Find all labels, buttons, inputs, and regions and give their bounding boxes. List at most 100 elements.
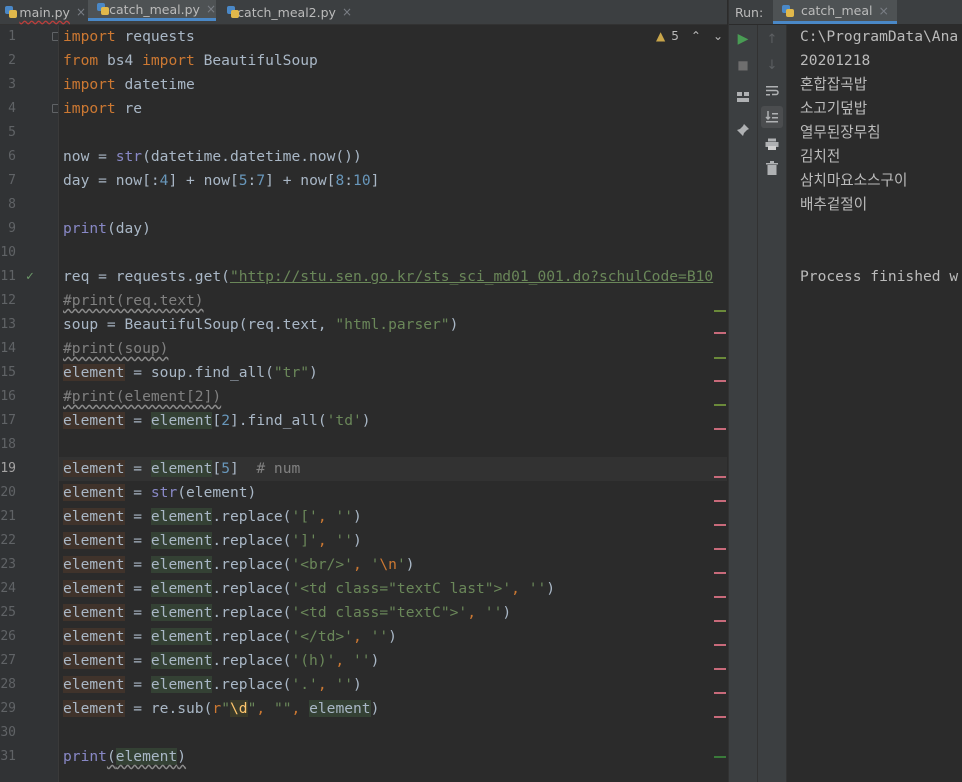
code-token: import xyxy=(63,28,116,45)
code-token: element xyxy=(150,676,213,693)
scroll-marker[interactable] xyxy=(714,548,726,550)
arrow-up-icon[interactable]: ↑ xyxy=(764,31,780,47)
code-token: req = requests.get( xyxy=(63,268,230,285)
inspection-widget[interactable]: ▲ 5 ⌃ ⌄ xyxy=(656,29,723,43)
code-token: element xyxy=(150,556,213,573)
line-number: 12 xyxy=(0,293,16,308)
code-token: element xyxy=(63,700,125,717)
code-token: ) xyxy=(370,652,380,669)
print-icon[interactable] xyxy=(764,136,780,152)
code-token: '<br/>' xyxy=(291,556,353,573)
code-token: element xyxy=(150,412,213,429)
code-editor[interactable]: main.py × catch_meal.py × catch_meal2.py… xyxy=(0,0,727,782)
url-link[interactable]: "http://stu.sen.go.kr/sts_sci_md01_001.d… xyxy=(230,268,713,285)
gutter-divider xyxy=(58,25,59,782)
console-line: 삼치마요소스구이 xyxy=(800,172,908,189)
console-line: C:\ProgramData\Ana xyxy=(800,28,959,45)
scroll-marker[interactable] xyxy=(714,692,726,694)
close-icon[interactable]: × xyxy=(206,2,216,16)
chevron-down-icon[interactable]: ⌄ xyxy=(713,29,723,43)
code-token: "" xyxy=(273,700,292,717)
code-token: '' xyxy=(528,580,547,597)
code-token: ) xyxy=(502,604,512,621)
scroll-marker[interactable] xyxy=(714,716,726,718)
code-token: print xyxy=(63,220,107,237)
code-token: ) xyxy=(405,556,415,573)
code-token: 'td' xyxy=(326,412,362,429)
code-token: 2 xyxy=(221,412,230,429)
code-line: element = element[5] # num xyxy=(63,457,300,481)
close-icon[interactable]: × xyxy=(76,5,86,19)
code-token: = xyxy=(124,556,151,573)
scroll-marker[interactable] xyxy=(714,620,726,622)
run-toolbar-right: ↑ ↓ xyxy=(758,25,787,782)
scroll-marker[interactable] xyxy=(714,332,726,334)
arrow-down-icon[interactable]: ↓ xyxy=(764,57,780,73)
code-token: element xyxy=(63,676,125,693)
code-token: , xyxy=(317,508,336,525)
scroll-marker[interactable] xyxy=(714,668,726,670)
run-tool-window[interactable]: Run: catch_meal × ▶ ■ ↑ ↓ C:\ProgramData… xyxy=(728,0,962,782)
code-token: '</td>' xyxy=(291,628,353,645)
scroll-marker[interactable] xyxy=(714,596,726,598)
run-tab-catch-meal[interactable]: catch_meal × xyxy=(773,0,897,24)
close-icon[interactable]: × xyxy=(878,3,888,18)
trash-icon[interactable] xyxy=(764,160,780,176)
scroll-marker[interactable] xyxy=(714,310,726,312)
python-file-icon xyxy=(781,4,795,18)
code-token: ) xyxy=(388,628,397,645)
soft-wrap-icon[interactable] xyxy=(764,83,780,99)
tab-catch-meal-py[interactable]: catch_meal.py × xyxy=(88,0,216,21)
line-number: 13 xyxy=(0,317,16,332)
tab-catch-meal2-py[interactable]: catch_meal2.py × xyxy=(222,0,352,24)
line-number: 11 xyxy=(0,269,16,284)
code-token: element xyxy=(150,604,213,621)
python-file-icon xyxy=(96,2,110,16)
code-token: = xyxy=(124,532,151,549)
line-number: 5 xyxy=(8,125,16,140)
scroll-marker[interactable] xyxy=(714,428,726,430)
code-token: element xyxy=(309,700,371,717)
comment: #print(req.text) xyxy=(63,292,204,309)
stop-icon[interactable]: ■ xyxy=(735,57,751,73)
code-line: print(element) xyxy=(63,745,186,769)
line-number: 3 xyxy=(8,77,16,92)
scroll-marker[interactable] xyxy=(714,357,726,359)
code-token: element xyxy=(150,532,213,549)
code-token: .replace( xyxy=(212,556,292,573)
code-token: ']' xyxy=(291,532,318,549)
close-icon[interactable]: × xyxy=(342,5,352,19)
rerun-icon[interactable]: ▶ xyxy=(735,31,751,47)
scroll-marker[interactable] xyxy=(714,524,726,526)
code-token: = xyxy=(124,628,151,645)
code-token: , xyxy=(352,556,371,573)
tab-main-py[interactable]: main.py × xyxy=(4,0,86,24)
scroll-to-end-icon[interactable] xyxy=(761,106,783,128)
code-token: 5 xyxy=(238,172,248,189)
scroll-marker[interactable] xyxy=(714,476,726,478)
scroll-marker[interactable] xyxy=(714,756,726,758)
code-token: ].find_all( xyxy=(229,412,327,429)
scroll-marker[interactable] xyxy=(714,644,726,646)
scroll-marker[interactable] xyxy=(714,500,726,502)
scroll-marker[interactable] xyxy=(714,572,726,574)
code-token: element xyxy=(63,484,125,501)
editor-tab-bar: main.py × catch_meal.py × catch_meal2.py… xyxy=(0,0,727,25)
code-token: .replace( xyxy=(212,652,292,669)
scroll-marker[interactable] xyxy=(714,404,726,406)
chevron-up-icon[interactable]: ⌃ xyxy=(691,29,701,43)
layout-icon[interactable] xyxy=(735,89,751,105)
code-token: element xyxy=(63,508,125,525)
code-line: soup = BeautifulSoup(req.text, "html.par… xyxy=(63,313,458,337)
line-number-gutter[interactable]: 1 2 3 4 5 6 7 8 9 10 11 12 13 14 15 16 1… xyxy=(0,25,59,782)
code-token: .replace( xyxy=(212,676,292,693)
comment: # num xyxy=(256,460,301,477)
line-number: 10 xyxy=(0,245,16,260)
code-token: r xyxy=(212,700,222,717)
code-token: (datetime.datetime.now()) xyxy=(142,148,362,165)
line-number: 4 xyxy=(8,101,16,116)
code-token: .replace( xyxy=(212,628,292,645)
pin-icon[interactable] xyxy=(735,122,751,138)
code-token: '' xyxy=(335,676,353,693)
scroll-marker[interactable] xyxy=(714,380,726,382)
